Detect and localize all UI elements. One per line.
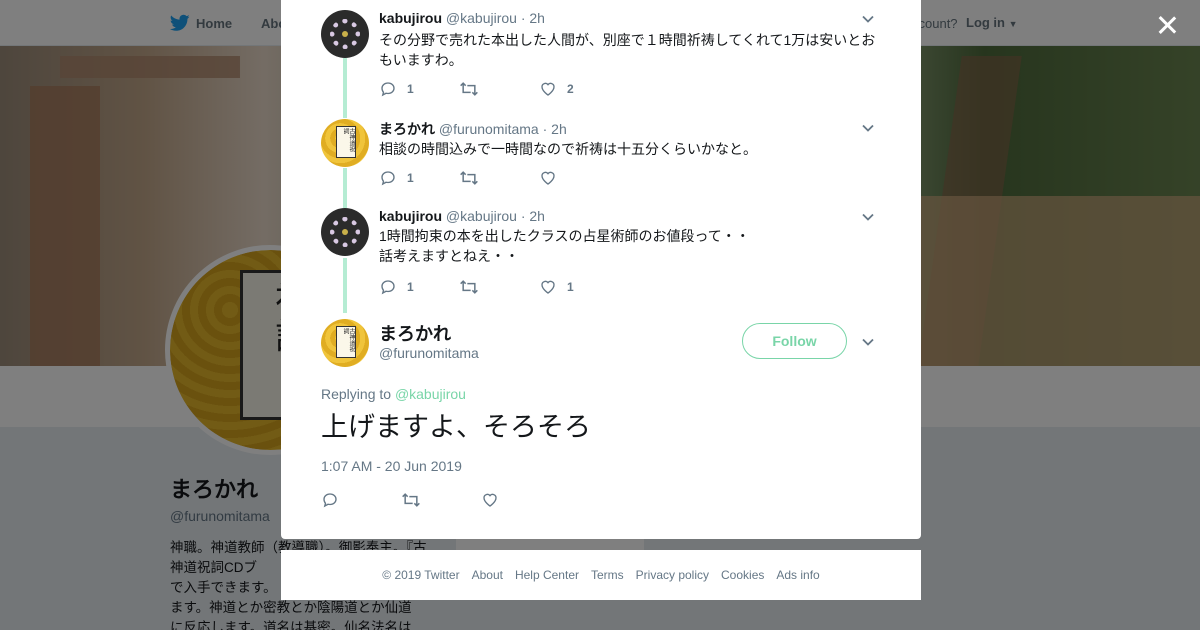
tweet-actions: 1 1 xyxy=(379,278,619,296)
reply-icon xyxy=(323,493,337,508)
heart-icon xyxy=(541,171,555,185)
tweet-text: その分野で売れた本出した人間が、別座で１時間祈祷してくれて1万は安いとおもいます… xyxy=(379,32,876,68)
conversation-tweet[interactable]: 古神道祝詞 まろかれ @furunomitama · 2h 相談の時間込みで一時… xyxy=(321,119,881,199)
tweet-actions: 1 2 xyxy=(379,80,619,98)
chevron-down-icon[interactable] xyxy=(861,121,875,135)
like-count: 1 xyxy=(567,280,574,294)
tweet-text: 1時間拘束の本を出したクラスの占星術師のお値段って・・ 話考えますとねえ・・ xyxy=(379,228,750,264)
replying-to-link[interactable]: @kabujirou xyxy=(395,386,466,402)
like-button[interactable]: 1 xyxy=(539,278,619,296)
reply-count: 1 xyxy=(407,280,414,294)
tweet-timestamp[interactable]: 2h xyxy=(529,10,545,26)
footer-link-help-center[interactable]: Help Center xyxy=(515,568,579,582)
tweet-timestamp[interactable]: 2h xyxy=(529,208,545,224)
tweet-author-name[interactable]: kabujirou xyxy=(379,208,442,224)
tweet-actions: 1 xyxy=(379,169,619,187)
reply-count: 1 xyxy=(407,82,414,96)
retweet-button[interactable] xyxy=(459,80,539,98)
tweet-author-handle[interactable]: @furunomitama xyxy=(379,345,479,361)
tweet-actions xyxy=(321,491,561,509)
retweet-button[interactable] xyxy=(459,169,539,187)
separator: · xyxy=(520,208,526,224)
avatar[interactable]: 古神道祝詞 xyxy=(321,119,369,167)
footer-link-ads-info[interactable]: Ads info xyxy=(776,568,819,582)
conversation-tweet[interactable]: kabujirou @kabujirou · 2h その分野で売れた本出した人間… xyxy=(321,10,881,110)
reply-button[interactable]: 1 xyxy=(379,278,459,296)
tweet-author-handle[interactable]: @kabujirou xyxy=(446,208,517,224)
retweet-icon xyxy=(460,171,478,185)
tweet-author-name[interactable]: まろかれ xyxy=(379,320,451,346)
retweet-icon xyxy=(460,280,478,294)
reply-icon xyxy=(381,171,395,186)
like-count: 2 xyxy=(567,82,574,96)
tweet-text: 上げますよ、そろそろ xyxy=(321,412,591,442)
avatar[interactable]: 古神道祝詞 xyxy=(321,319,369,367)
chevron-down-icon[interactable] xyxy=(861,335,875,349)
chevron-down-icon[interactable] xyxy=(861,210,875,224)
reply-icon xyxy=(381,280,395,295)
reply-button[interactable] xyxy=(321,491,401,509)
heart-icon xyxy=(541,280,555,294)
follow-button[interactable]: Follow xyxy=(742,323,847,359)
like-button[interactable] xyxy=(481,491,561,509)
like-button[interactable] xyxy=(539,169,619,187)
replying-to: Replying to @kabujirou xyxy=(321,386,466,402)
like-button[interactable]: 2 xyxy=(539,80,619,98)
footer-link-about[interactable]: About xyxy=(472,568,503,582)
copyright: © 2019 Twitter xyxy=(382,568,460,582)
footer-link-cookies[interactable]: Cookies xyxy=(721,568,764,582)
avatar[interactable] xyxy=(321,10,369,58)
retweet-button[interactable] xyxy=(401,491,481,509)
tweet-author-handle[interactable]: @kabujirou xyxy=(446,10,517,26)
reply-button[interactable]: 1 xyxy=(379,169,459,187)
tweet-permalink-modal: kabujirou @kabujirou · 2h その分野で売れた本出した人間… xyxy=(281,0,921,539)
retweet-button[interactable] xyxy=(459,278,539,296)
tweet-author-name[interactable]: まろかれ xyxy=(379,121,435,137)
footer-link-privacy[interactable]: Privacy policy xyxy=(636,568,709,582)
retweet-icon xyxy=(402,493,420,507)
tweet-text: 相談の時間込みで一時間なので祈祷は十五分くらいかなと。 xyxy=(379,141,757,157)
chevron-down-icon[interactable] xyxy=(861,12,875,26)
footer-link-terms[interactable]: Terms xyxy=(591,568,624,582)
heart-icon xyxy=(483,493,497,507)
modal-footer: © 2019 Twitter About Help Center Terms P… xyxy=(281,550,921,600)
tweet-author-name[interactable]: kabujirou xyxy=(379,10,442,26)
retweet-icon xyxy=(460,82,478,96)
tweet-author-handle[interactable]: @furunomitama xyxy=(439,121,539,137)
close-icon[interactable] xyxy=(1152,10,1182,40)
reply-button[interactable]: 1 xyxy=(379,80,459,98)
heart-icon xyxy=(541,82,555,96)
reply-count: 1 xyxy=(407,171,414,185)
tweet-timestamp[interactable]: 1:07 AM - 20 Jun 2019 xyxy=(321,458,462,474)
replying-prefix: Replying to xyxy=(321,386,395,402)
separator: · xyxy=(542,121,548,137)
avatar[interactable] xyxy=(321,208,369,256)
conversation-tweet[interactable]: kabujirou @kabujirou · 2h 1時間拘束の本を出したクラス… xyxy=(321,208,881,308)
separator: · xyxy=(520,10,526,26)
tweet-timestamp[interactable]: 2h xyxy=(551,121,567,137)
reply-icon xyxy=(381,82,395,97)
